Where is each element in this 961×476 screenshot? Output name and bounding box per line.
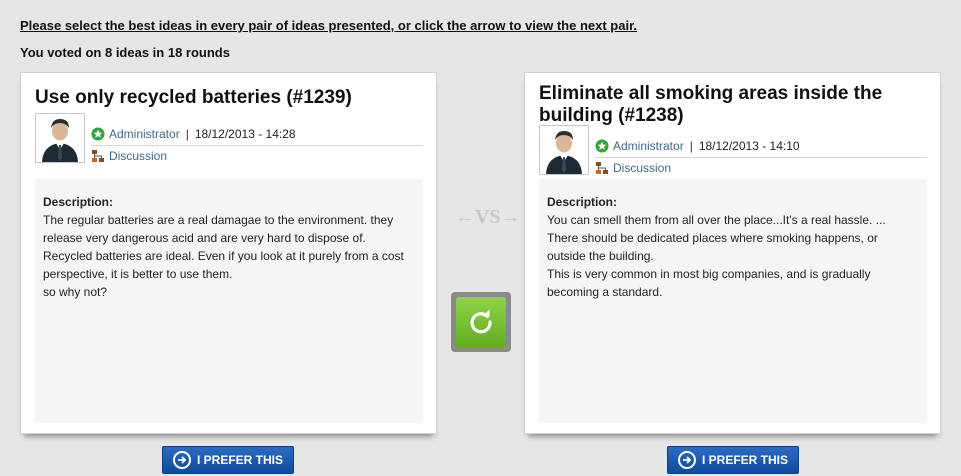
idea-title: Use only recycled batteries (#1239) xyxy=(35,87,352,108)
author-link[interactable]: Administrator xyxy=(109,127,180,141)
idea-meta: Administrator | 18/12/2013 - 14:28 xyxy=(91,127,296,141)
idea-meta: Administrator | 18/12/2013 - 14:10 xyxy=(595,139,800,153)
description-line: perspective, it is better to use them. xyxy=(43,267,233,281)
meta-separator: | xyxy=(185,127,189,141)
idea-date: 18/12/2013 - 14:10 xyxy=(698,139,800,153)
next-pair-button[interactable] xyxy=(456,297,506,347)
next-pair-button-frame xyxy=(451,292,511,352)
prefer-label: I PREFER THIS xyxy=(701,453,788,467)
description-line: You can smell them from all over the pla… xyxy=(547,213,886,227)
idea-category-row: Discussion xyxy=(595,161,671,175)
hierarchy-icon xyxy=(91,149,105,163)
description-label: Description: xyxy=(547,195,618,209)
idea-card-right: Eliminate all smoking areas inside the b… xyxy=(524,72,941,434)
description-line: There should be dedicated places where s… xyxy=(547,231,878,245)
idea-date: 18/12/2013 - 14:28 xyxy=(194,127,296,141)
prefer-label: I PREFER THIS xyxy=(196,453,283,467)
description-line: outside the building. xyxy=(547,249,654,263)
idea-category-row: Discussion xyxy=(91,149,167,163)
description-line: release very dangerous acid and are very… xyxy=(43,231,366,245)
arrow-right-circle-icon xyxy=(172,451,191,469)
user-avatar xyxy=(539,125,589,175)
refresh-arrow-icon xyxy=(466,307,496,337)
admin-badge-icon xyxy=(91,127,105,141)
description-label: Description: xyxy=(43,195,114,209)
description-line: Recycled batteries are ideal. Even if yo… xyxy=(43,249,404,263)
idea-description: Description: You can smell them from all… xyxy=(539,179,927,423)
description-line: so why not? xyxy=(43,285,108,299)
author-link[interactable]: Administrator xyxy=(613,139,684,153)
user-avatar xyxy=(35,113,85,163)
admin-badge-icon xyxy=(595,139,609,153)
vs-label: ←VS→ xyxy=(455,206,521,228)
meta-divider xyxy=(595,157,927,158)
idea-card-left: Use only recycled batteries (#1239) Admi… xyxy=(20,72,437,434)
prefer-right-button[interactable]: I PREFER THIS xyxy=(667,446,799,474)
category-link[interactable]: Discussion xyxy=(613,161,671,175)
description-line: This is very common in most big companie… xyxy=(547,267,871,281)
prefer-left-button[interactable]: I PREFER THIS xyxy=(162,446,294,474)
meta-divider xyxy=(91,145,423,146)
vote-stats: You voted on 8 ideas in 18 rounds xyxy=(20,45,230,60)
description-line: The regular batteries are a real damagae… xyxy=(43,213,394,227)
idea-description: Description: The regular batteries are a… xyxy=(35,179,423,423)
meta-separator: | xyxy=(689,139,693,153)
description-line: becoming a standard. xyxy=(547,285,663,299)
arrow-right-circle-icon xyxy=(677,451,696,469)
instruction-text: Please select the best ideas in every pa… xyxy=(20,18,638,33)
hierarchy-icon xyxy=(595,161,609,175)
category-link[interactable]: Discussion xyxy=(109,149,167,163)
idea-title: Eliminate all smoking areas inside the b… xyxy=(539,83,883,126)
